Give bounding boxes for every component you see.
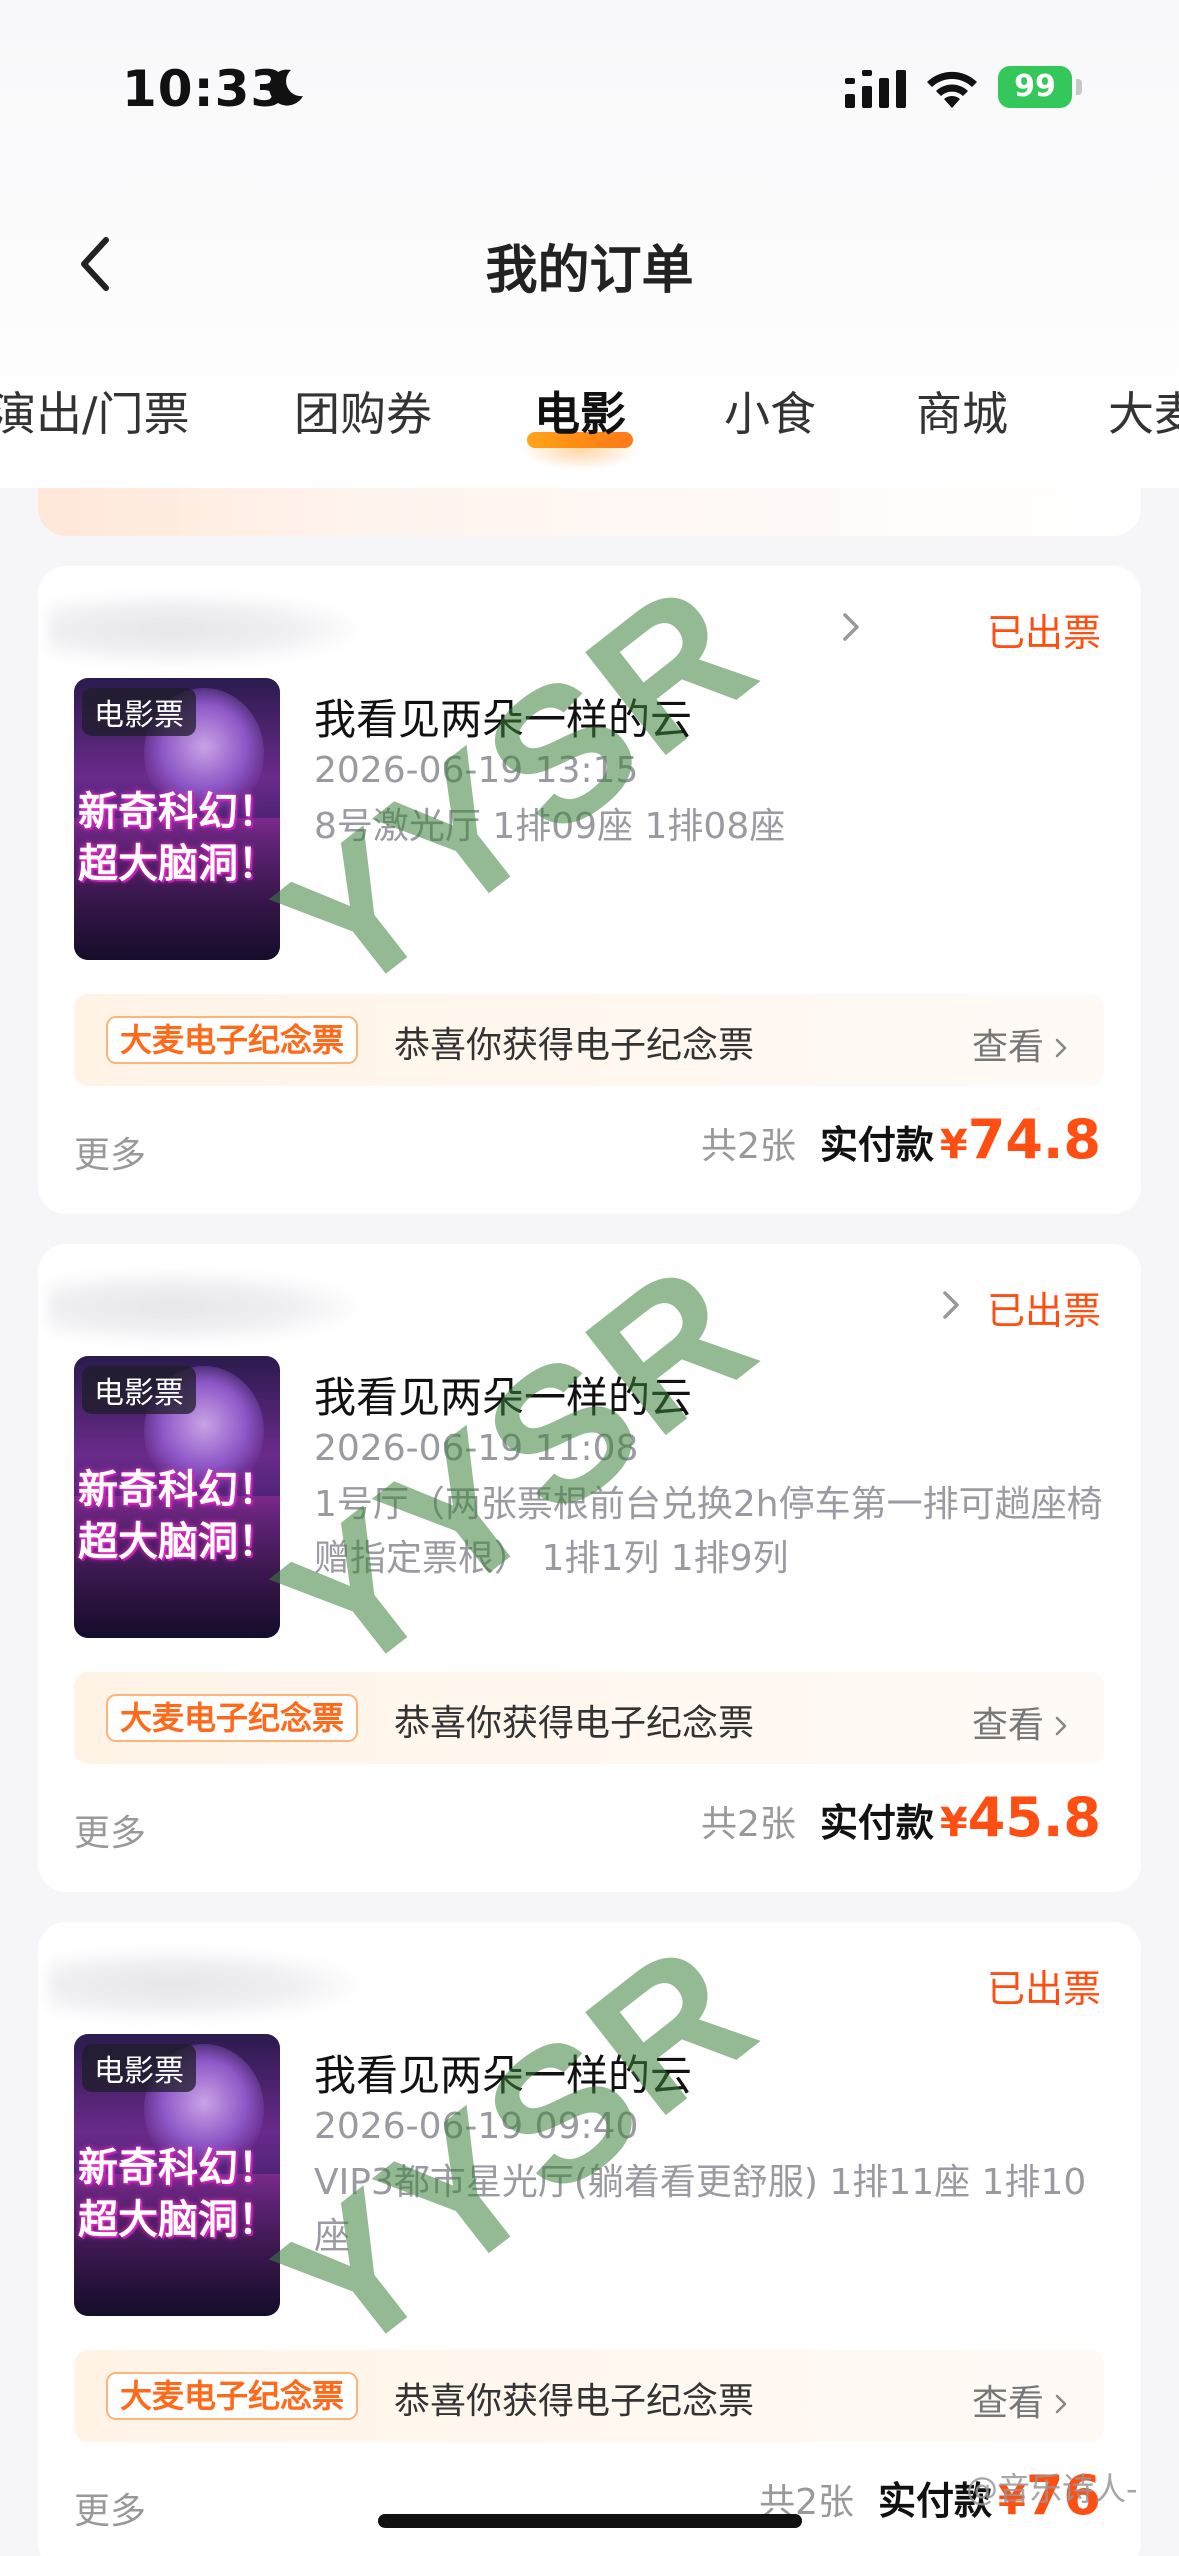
paid-label: 实付款 — [819, 1123, 934, 1167]
price-currency: ¥ — [939, 1800, 968, 1846]
show-time: 2026-06-19 11:08 — [314, 1428, 639, 1469]
view-souvenir-button[interactable]: 查看 — [972, 2374, 1068, 2426]
seat-info: 8号激光厅 1排09座 1排08座 — [314, 806, 786, 847]
order-card[interactable]: 已出票 电影票 新奇科幻！超大脑洞！ 我看见两朵一样的云 2026-06-19 … — [38, 1922, 1141, 2556]
battery-indicator: 99 — [998, 66, 1072, 108]
poster-slogan: 新奇科幻！超大脑洞！ — [78, 2145, 278, 2243]
status-time: 10:33 — [122, 60, 287, 118]
movie-title: 我看见两朵一样的云 — [314, 2051, 693, 2100]
seat-info: 1号厅（两张票根前台兑换2h停车第一排可趟座椅赠指定票根） 1排1列 1排9列 — [314, 1484, 1103, 1579]
seat-info: VIP3都市星光厅(躺着看更舒服) 1排11座 1排10座 — [314, 2162, 1087, 2257]
chevron-right-icon — [1055, 1038, 1067, 1058]
order-card[interactable]: 已出票 电影票 新奇科幻！超大脑洞！ 我看见两朵一样的云 2026-06-19 … — [38, 1244, 1141, 1892]
order-card[interactable]: 已出票 电影票 新奇科幻！超大脑洞！ 我看见两朵一样的云 2026-06-19 … — [38, 566, 1141, 1214]
souvenir-text: 恭喜你获得电子纪念票 — [394, 2381, 755, 2422]
more-button[interactable]: 更多 — [74, 1126, 146, 1178]
moon-icon — [269, 69, 303, 106]
souvenir-ticket-bar[interactable]: 大麦电子纪念票 恭喜你获得电子纪念票 查看 — [74, 2350, 1104, 2442]
page-title: 我的订单 — [485, 241, 694, 301]
view-label: 查看 — [971, 1027, 1044, 1068]
top-header-area: 10:33 99 我的订单 演出/门票 团购券 电影 小食 商城 大麦 — [0, 0, 1179, 488]
price-amount: 45.8 — [967, 1786, 1101, 1849]
movie-poster[interactable]: 电影票 新奇科幻！超大脑洞！ — [74, 2034, 280, 2316]
price-amount: 74.8 — [967, 1108, 1101, 1171]
shop-name-blurred — [48, 1950, 358, 2020]
poster-slogan: 新奇科幻！超大脑洞！ — [78, 1467, 278, 1565]
souvenir-badge: 大麦电子纪念票 — [106, 1694, 359, 1742]
view-souvenir-button[interactable]: 查看 — [972, 1018, 1068, 1070]
order-status: 已出票 — [986, 1289, 1101, 1333]
price-summary: 共2张 实付款 ¥45.8 — [701, 1786, 1101, 1856]
tab-damai[interactable]: 大麦 — [1108, 378, 1179, 444]
chevron-right-icon — [1055, 1716, 1067, 1736]
chevron-right-icon[interactable] — [838, 610, 864, 644]
show-time: 2026-06-19 13:15 — [314, 750, 639, 791]
poster-tag: 电影票 — [82, 2044, 196, 2092]
home-indicator[interactable] — [378, 2514, 802, 2528]
more-button[interactable]: 更多 — [74, 2482, 146, 2534]
more-button[interactable]: 更多 — [74, 1804, 146, 1856]
souvenir-ticket-bar[interactable]: 大麦电子纪念票 恭喜你获得电子纪念票 查看 — [74, 1672, 1104, 1764]
movie-poster[interactable]: 电影票 新奇科幻！超大脑洞！ — [74, 678, 280, 960]
cellular-signal-icon — [845, 70, 906, 108]
tab-snacks[interactable]: 小食 — [724, 378, 816, 444]
souvenir-ticket-bar[interactable]: 大麦电子纪念票 恭喜你获得电子纪念票 查看 — [74, 994, 1104, 1086]
order-category-tabs: 演出/门票 团购券 电影 小食 商城 大麦 — [0, 370, 1179, 470]
view-label: 查看 — [971, 1705, 1044, 1746]
ticket-count: 共2张 — [701, 1126, 796, 1167]
order-status: 已出票 — [986, 611, 1101, 655]
weibo-watermark: @音乐诗人- — [966, 2470, 1138, 2508]
order-status: 已出票 — [986, 1967, 1101, 2011]
previous-order-card-edge — [38, 488, 1141, 536]
poster-tag: 电影票 — [82, 1366, 196, 1414]
souvenir-text: 恭喜你获得电子纪念票 — [394, 1025, 755, 1066]
tab-group-coupons[interactable]: 团购券 — [294, 378, 432, 444]
tab-mall[interactable]: 商城 — [916, 378, 1008, 444]
poster-tag: 电影票 — [82, 688, 196, 736]
shop-name-blurred — [48, 594, 358, 664]
tab-movies[interactable]: 电影 — [534, 378, 626, 444]
tab-shows-tickets[interactable]: 演出/门票 — [0, 378, 190, 444]
paid-label: 实付款 — [819, 1801, 934, 1845]
chevron-right-icon — [1055, 2394, 1067, 2414]
souvenir-badge: 大麦电子纪念票 — [106, 2372, 359, 2420]
battery-tip — [1076, 79, 1082, 95]
souvenir-badge: 大麦电子纪念票 — [106, 1016, 359, 1064]
status-bar: 10:33 99 — [0, 0, 1179, 170]
chevron-right-icon[interactable] — [938, 1288, 964, 1322]
movie-title: 我看见两朵一样的云 — [314, 1373, 693, 1422]
price-summary: 共2张 实付款 ¥74.8 — [701, 1108, 1101, 1178]
movie-poster[interactable]: 电影票 新奇科幻！超大脑洞！ — [74, 1356, 280, 1638]
shop-name-blurred — [48, 1272, 358, 1342]
battery-level: 99 — [1014, 69, 1056, 104]
show-time: 2026-06-19 09:40 — [314, 2106, 639, 2147]
souvenir-text: 恭喜你获得电子纪念票 — [394, 1703, 755, 1744]
wifi-icon — [927, 71, 977, 108]
price-currency: ¥ — [939, 1122, 968, 1168]
poster-slogan: 新奇科幻！超大脑洞！ — [78, 789, 278, 887]
movie-title: 我看见两朵一样的云 — [314, 695, 693, 744]
ticket-count: 共2张 — [701, 1804, 796, 1845]
view-label: 查看 — [971, 2383, 1044, 2424]
view-souvenir-button[interactable]: 查看 — [972, 1696, 1068, 1748]
